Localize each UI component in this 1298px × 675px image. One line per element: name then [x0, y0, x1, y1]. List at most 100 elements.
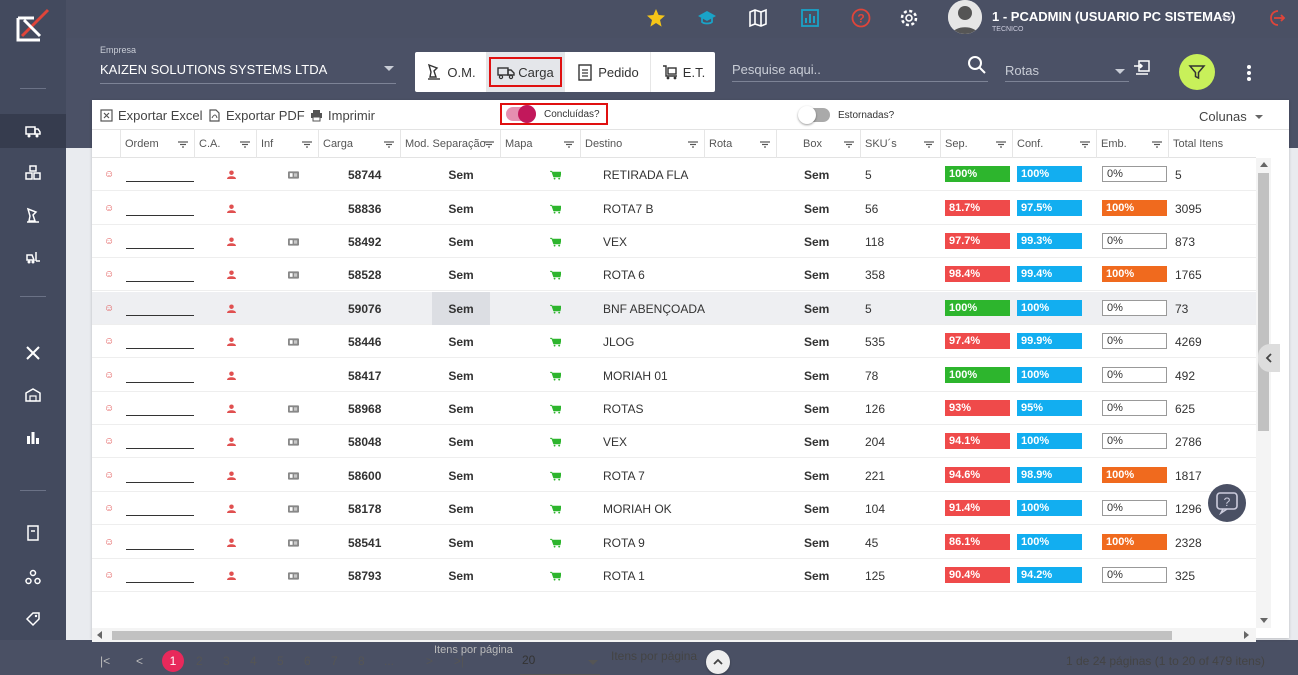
status-smile-icon[interactable]: ☺ [104, 526, 114, 559]
export-excel-button[interactable]: Exportar Excel [100, 108, 203, 123]
column-header-emb[interactable]: Emb. [1096, 130, 1168, 158]
tab-et[interactable]: E.T. [651, 52, 715, 92]
id-card-icon[interactable] [288, 225, 299, 258]
sidebar-item-empilhadeira[interactable] [0, 240, 66, 274]
filter-lines-icon[interactable] [924, 141, 934, 148]
user-menu-toggle[interactable] [1219, 6, 1235, 30]
status-smile-icon[interactable]: ☺ [104, 192, 114, 225]
cart-icon[interactable] [550, 192, 561, 225]
cart-icon[interactable] [550, 492, 561, 525]
filter-lines-icon[interactable] [760, 141, 770, 148]
estornadas-switch[interactable] [798, 106, 830, 124]
ordem-input[interactable] [126, 281, 194, 282]
colunas-button[interactable]: Colunas [1199, 109, 1247, 124]
concluidas-toggle[interactable]: Concluídas? [500, 103, 608, 125]
status-smile-icon[interactable]: ☺ [104, 158, 114, 191]
person-icon[interactable] [227, 225, 236, 258]
status-smile-icon[interactable]: ☺ [104, 258, 114, 291]
items-per-page-select[interactable]: 20 [520, 653, 600, 675]
ordem-input[interactable] [126, 348, 194, 349]
rotas-select[interactable]: Rotas [1005, 60, 1129, 82]
column-header-ca[interactable]: C.A. [194, 130, 256, 158]
cart-icon[interactable] [550, 225, 561, 258]
page-6[interactable]: 6 [304, 654, 311, 668]
cart-icon[interactable] [550, 292, 561, 325]
favorites-button[interactable] [644, 6, 668, 30]
filter-lines-icon[interactable] [564, 141, 574, 148]
page-5[interactable]: 5 [277, 654, 284, 668]
status-smile-icon[interactable]: ☺ [104, 359, 114, 392]
filter-lines-icon[interactable] [384, 141, 394, 148]
sidebar-item-estoque[interactable] [0, 156, 66, 190]
filter-lines-icon[interactable] [302, 141, 312, 148]
filter-lines-icon[interactable] [688, 141, 698, 148]
person-icon[interactable] [227, 425, 236, 458]
tab-pedido[interactable]: Pedido [565, 52, 651, 92]
training-button[interactable] [695, 6, 719, 30]
column-header-sku[interactable]: SKU´s [860, 130, 940, 158]
scroll-left-arrow-icon[interactable] [97, 631, 102, 639]
filter-button[interactable] [1179, 54, 1215, 90]
prev-page-icon[interactable]: < [136, 654, 143, 668]
person-icon[interactable] [227, 158, 236, 191]
cart-icon[interactable] [550, 392, 561, 425]
person-icon[interactable] [227, 192, 236, 225]
filter-lines-icon[interactable] [178, 141, 188, 148]
column-header-modsep[interactable]: Mod. Separação [400, 130, 500, 158]
page-3[interactable]: 3 [223, 654, 230, 668]
id-card-icon[interactable] [288, 459, 299, 492]
status-smile-icon[interactable]: ☺ [104, 559, 114, 592]
person-icon[interactable] [227, 492, 236, 525]
table-row[interactable]: ☺ 58744 Sem RETIRADA FLA Sem 5 100% 100% 0% 5 [92, 158, 1256, 191]
status-smile-icon[interactable]: ☺ [104, 425, 114, 458]
status-smile-icon[interactable]: ☺ [104, 459, 114, 492]
filter-lines-icon[interactable] [996, 141, 1006, 148]
ordem-input[interactable] [126, 549, 194, 550]
help-button[interactable]: ? [849, 6, 873, 30]
person-icon[interactable] [227, 292, 236, 325]
filter-lines-icon[interactable] [844, 141, 854, 148]
sidebar-item-documentos[interactable] [0, 516, 66, 550]
table-row[interactable]: ☺ 58178 Sem MORIAH OK Sem 104 91.4% 100% 0% 1296 [92, 492, 1256, 525]
person-icon[interactable] [227, 392, 236, 425]
cart-icon[interactable] [550, 559, 561, 592]
person-icon[interactable] [227, 559, 236, 592]
scrollbar-thumb[interactable] [1258, 173, 1269, 431]
ordem-input[interactable] [126, 315, 194, 316]
user-name[interactable]: 1 - PCADMIN (USUARIO PC SISTEMAS) [992, 9, 1235, 24]
column-header-inf[interactable]: Inf [256, 130, 318, 158]
ordem-input[interactable] [126, 482, 194, 483]
table-row[interactable]: ☺ 58528 Sem ROTA 6 Sem 358 98.4% 99.4% 100% 1765 [92, 258, 1256, 291]
export-pdf-button[interactable]: Exportar PDF [208, 108, 305, 123]
filter-lines-icon[interactable] [1152, 141, 1162, 148]
page-2[interactable]: 2 [196, 654, 203, 668]
sidebar-item-carga[interactable] [0, 114, 66, 148]
vertical-scrollbar[interactable] [1256, 158, 1271, 628]
page-4[interactable]: 4 [250, 654, 257, 668]
id-card-icon[interactable] [288, 425, 299, 458]
sidebar-item-rede[interactable] [0, 560, 66, 594]
logout-button[interactable] [1264, 6, 1288, 30]
ordem-input[interactable] [126, 448, 194, 449]
page-ellipsis[interactable]: ... [384, 654, 394, 668]
status-smile-icon[interactable]: ☺ [104, 392, 114, 425]
cart-icon[interactable] [550, 359, 561, 392]
ordem-input[interactable] [126, 582, 194, 583]
person-icon[interactable] [227, 526, 236, 559]
column-header-sep[interactable]: Sep. [940, 130, 1012, 158]
status-smile-icon[interactable]: ☺ [104, 492, 114, 525]
page-8[interactable]: 8 [358, 654, 365, 668]
filter-lines-icon[interactable] [484, 141, 494, 148]
scrollbar-thumb[interactable] [112, 631, 1172, 640]
table-row[interactable]: ☺ 58492 Sem VEX Sem 118 97.7% 99.3% 0% 873 [92, 225, 1256, 258]
table-row[interactable]: ☺ 58836 Sem ROTA7 B Sem 56 81.7% 97.5% 100% 3095 [92, 192, 1256, 225]
scroll-up-arrow-icon[interactable] [1260, 162, 1268, 167]
status-smile-icon[interactable]: ☺ [104, 292, 114, 325]
first-page-icon[interactable]: |< [100, 654, 110, 668]
table-row[interactable]: ☺ 58541 Sem ROTA 9 Sem 45 86.1% 100% 100% 2328 [92, 526, 1256, 559]
empresa-select[interactable]: KAIZEN SOLUTIONS SYSTEMS LTDA [100, 62, 396, 84]
person-icon[interactable] [227, 325, 236, 358]
ordem-input[interactable] [126, 515, 194, 516]
search-input[interactable]: Pesquise aqui.. [732, 58, 988, 82]
status-smile-icon[interactable]: ☺ [104, 325, 114, 358]
